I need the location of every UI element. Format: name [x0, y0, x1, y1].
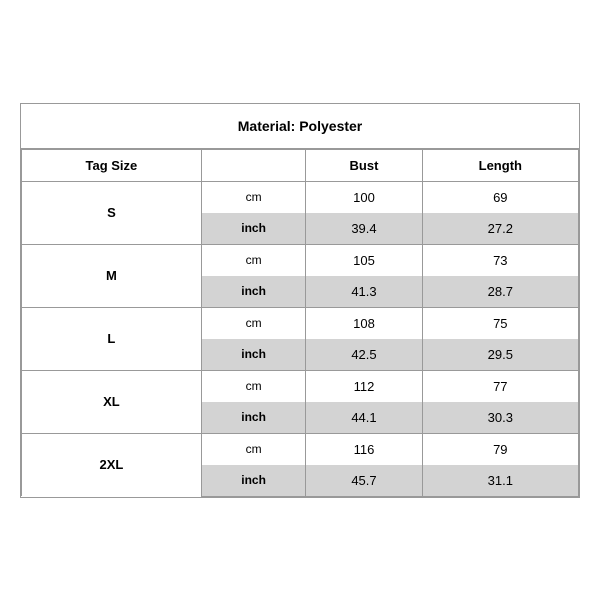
unit-cm-xl: cm [201, 370, 306, 402]
length-cm-m: 73 [422, 244, 578, 276]
length-cm-l: 75 [422, 307, 578, 339]
header-length: Length [422, 149, 578, 181]
tag-size-l: L [22, 307, 202, 370]
bust-inch-s: 39.4 [306, 213, 422, 245]
chart-title: Material: Polyester [21, 104, 579, 149]
bust-cm-xl: 112 [306, 370, 422, 402]
unit-cm-m: cm [201, 244, 306, 276]
bust-cm-m: 105 [306, 244, 422, 276]
tag-size-m: M [22, 244, 202, 307]
unit-cm-l: cm [201, 307, 306, 339]
bust-cm-l: 108 [306, 307, 422, 339]
tag-size-s: S [22, 181, 202, 244]
size-table: Tag Size Bust Length Scm10069inch39.427.… [21, 149, 579, 497]
unit-inch-s: inch [201, 213, 306, 245]
tag-size-xl: XL [22, 370, 202, 433]
unit-inch-xl: inch [201, 402, 306, 434]
header-bust: Bust [306, 149, 422, 181]
unit-cm-2xl: cm [201, 433, 306, 465]
bust-cm-s: 100 [306, 181, 422, 213]
length-cm-xl: 77 [422, 370, 578, 402]
header-empty [201, 149, 306, 181]
unit-inch-2xl: inch [201, 465, 306, 497]
bust-inch-l: 42.5 [306, 339, 422, 371]
length-inch-m: 28.7 [422, 276, 578, 308]
length-inch-xl: 30.3 [422, 402, 578, 434]
bust-inch-m: 41.3 [306, 276, 422, 308]
tag-size-2xl: 2XL [22, 433, 202, 496]
length-inch-2xl: 31.1 [422, 465, 578, 497]
bust-inch-xl: 44.1 [306, 402, 422, 434]
unit-inch-m: inch [201, 276, 306, 308]
length-inch-l: 29.5 [422, 339, 578, 371]
length-inch-s: 27.2 [422, 213, 578, 245]
size-chart-container: Material: Polyester Tag Size Bust Length… [20, 103, 580, 498]
header-tag-size: Tag Size [22, 149, 202, 181]
length-cm-s: 69 [422, 181, 578, 213]
unit-cm-s: cm [201, 181, 306, 213]
bust-cm-2xl: 116 [306, 433, 422, 465]
unit-inch-l: inch [201, 339, 306, 371]
length-cm-2xl: 79 [422, 433, 578, 465]
bust-inch-2xl: 45.7 [306, 465, 422, 497]
